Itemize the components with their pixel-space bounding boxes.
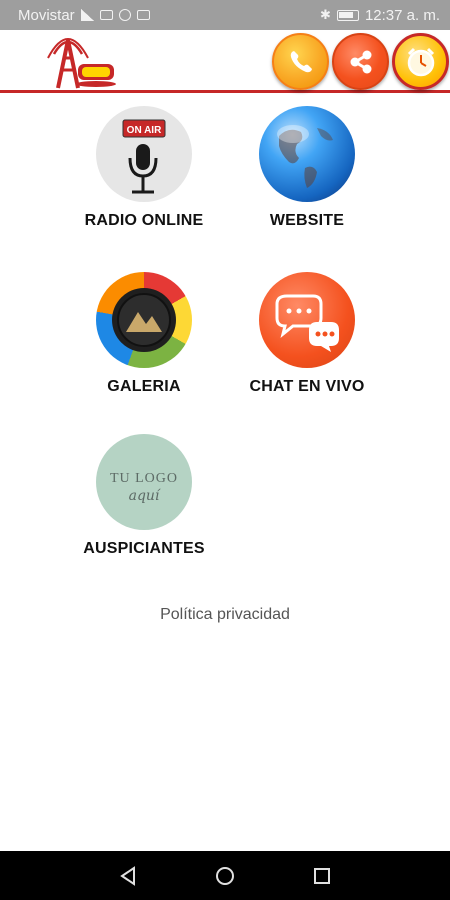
status-bar: Movistar ✱ 12:37 a. m. [0, 0, 450, 30]
menu-item-auspiciantes[interactable]: TU LOGO aquí AUSPICIANTES [54, 434, 234, 558]
bluetooth-icon: ✱ [320, 7, 331, 22]
share-icon [350, 50, 371, 73]
chat-bubbles-icon [259, 272, 355, 368]
menu-label: GALERIA [107, 378, 181, 395]
menu-label: AUSPICIANTES [83, 540, 205, 557]
menu-label: RADIO ONLINE [84, 212, 204, 229]
gallery-icon [96, 272, 192, 368]
globe-icon [259, 106, 355, 202]
status-right: ✱ 12:37 a. m. [320, 7, 440, 24]
on-air-microphone-icon: ON AIR [96, 106, 192, 202]
aqui-text: aquí [129, 488, 161, 504]
recents-button[interactable] [307, 861, 337, 891]
recents-icon [313, 867, 330, 884]
phone-icon [290, 50, 312, 72]
signal-icon [80, 9, 94, 21]
menu-item-radio-online[interactable]: ON AIR RADIO ONLINE [54, 106, 234, 230]
message-icon [99, 10, 113, 20]
home-icon [215, 866, 234, 885]
app-header [0, 30, 450, 93]
privacy-policy-link[interactable]: Política privacidad [0, 606, 450, 624]
alarm-clock-icon [407, 47, 434, 76]
sponsor-logo-icon: TU LOGO aquí [96, 434, 192, 530]
carrier-label: Movistar [18, 6, 75, 24]
tu-logo-text: TU LOGO [110, 471, 178, 486]
home-button[interactable] [210, 861, 240, 891]
calendar-icon [136, 10, 150, 20]
whatsapp-icon [118, 9, 131, 21]
menu-item-chat-en-vivo[interactable]: CHAT EN VIVO [217, 272, 397, 396]
menu-item-website[interactable]: WEBSITE [217, 106, 397, 230]
phone-button[interactable] [272, 33, 329, 90]
battery-icon [336, 9, 359, 21]
alarm-button[interactable] [392, 33, 449, 90]
back-icon [120, 865, 136, 886]
status-time: 12:37 a. m. [364, 6, 440, 24]
back-button[interactable] [113, 861, 143, 891]
share-button[interactable] [332, 33, 389, 90]
menu-item-galeria[interactable]: GALERIA [54, 272, 234, 396]
menu-label: WEBSITE [269, 212, 345, 229]
on-air-badge: ON AIR [127, 125, 162, 136]
radio-tower-logo [47, 38, 116, 89]
status-left: Movistar [18, 7, 150, 24]
menu-label: CHAT EN VIVO [249, 378, 365, 395]
nav-bar [0, 851, 450, 900]
